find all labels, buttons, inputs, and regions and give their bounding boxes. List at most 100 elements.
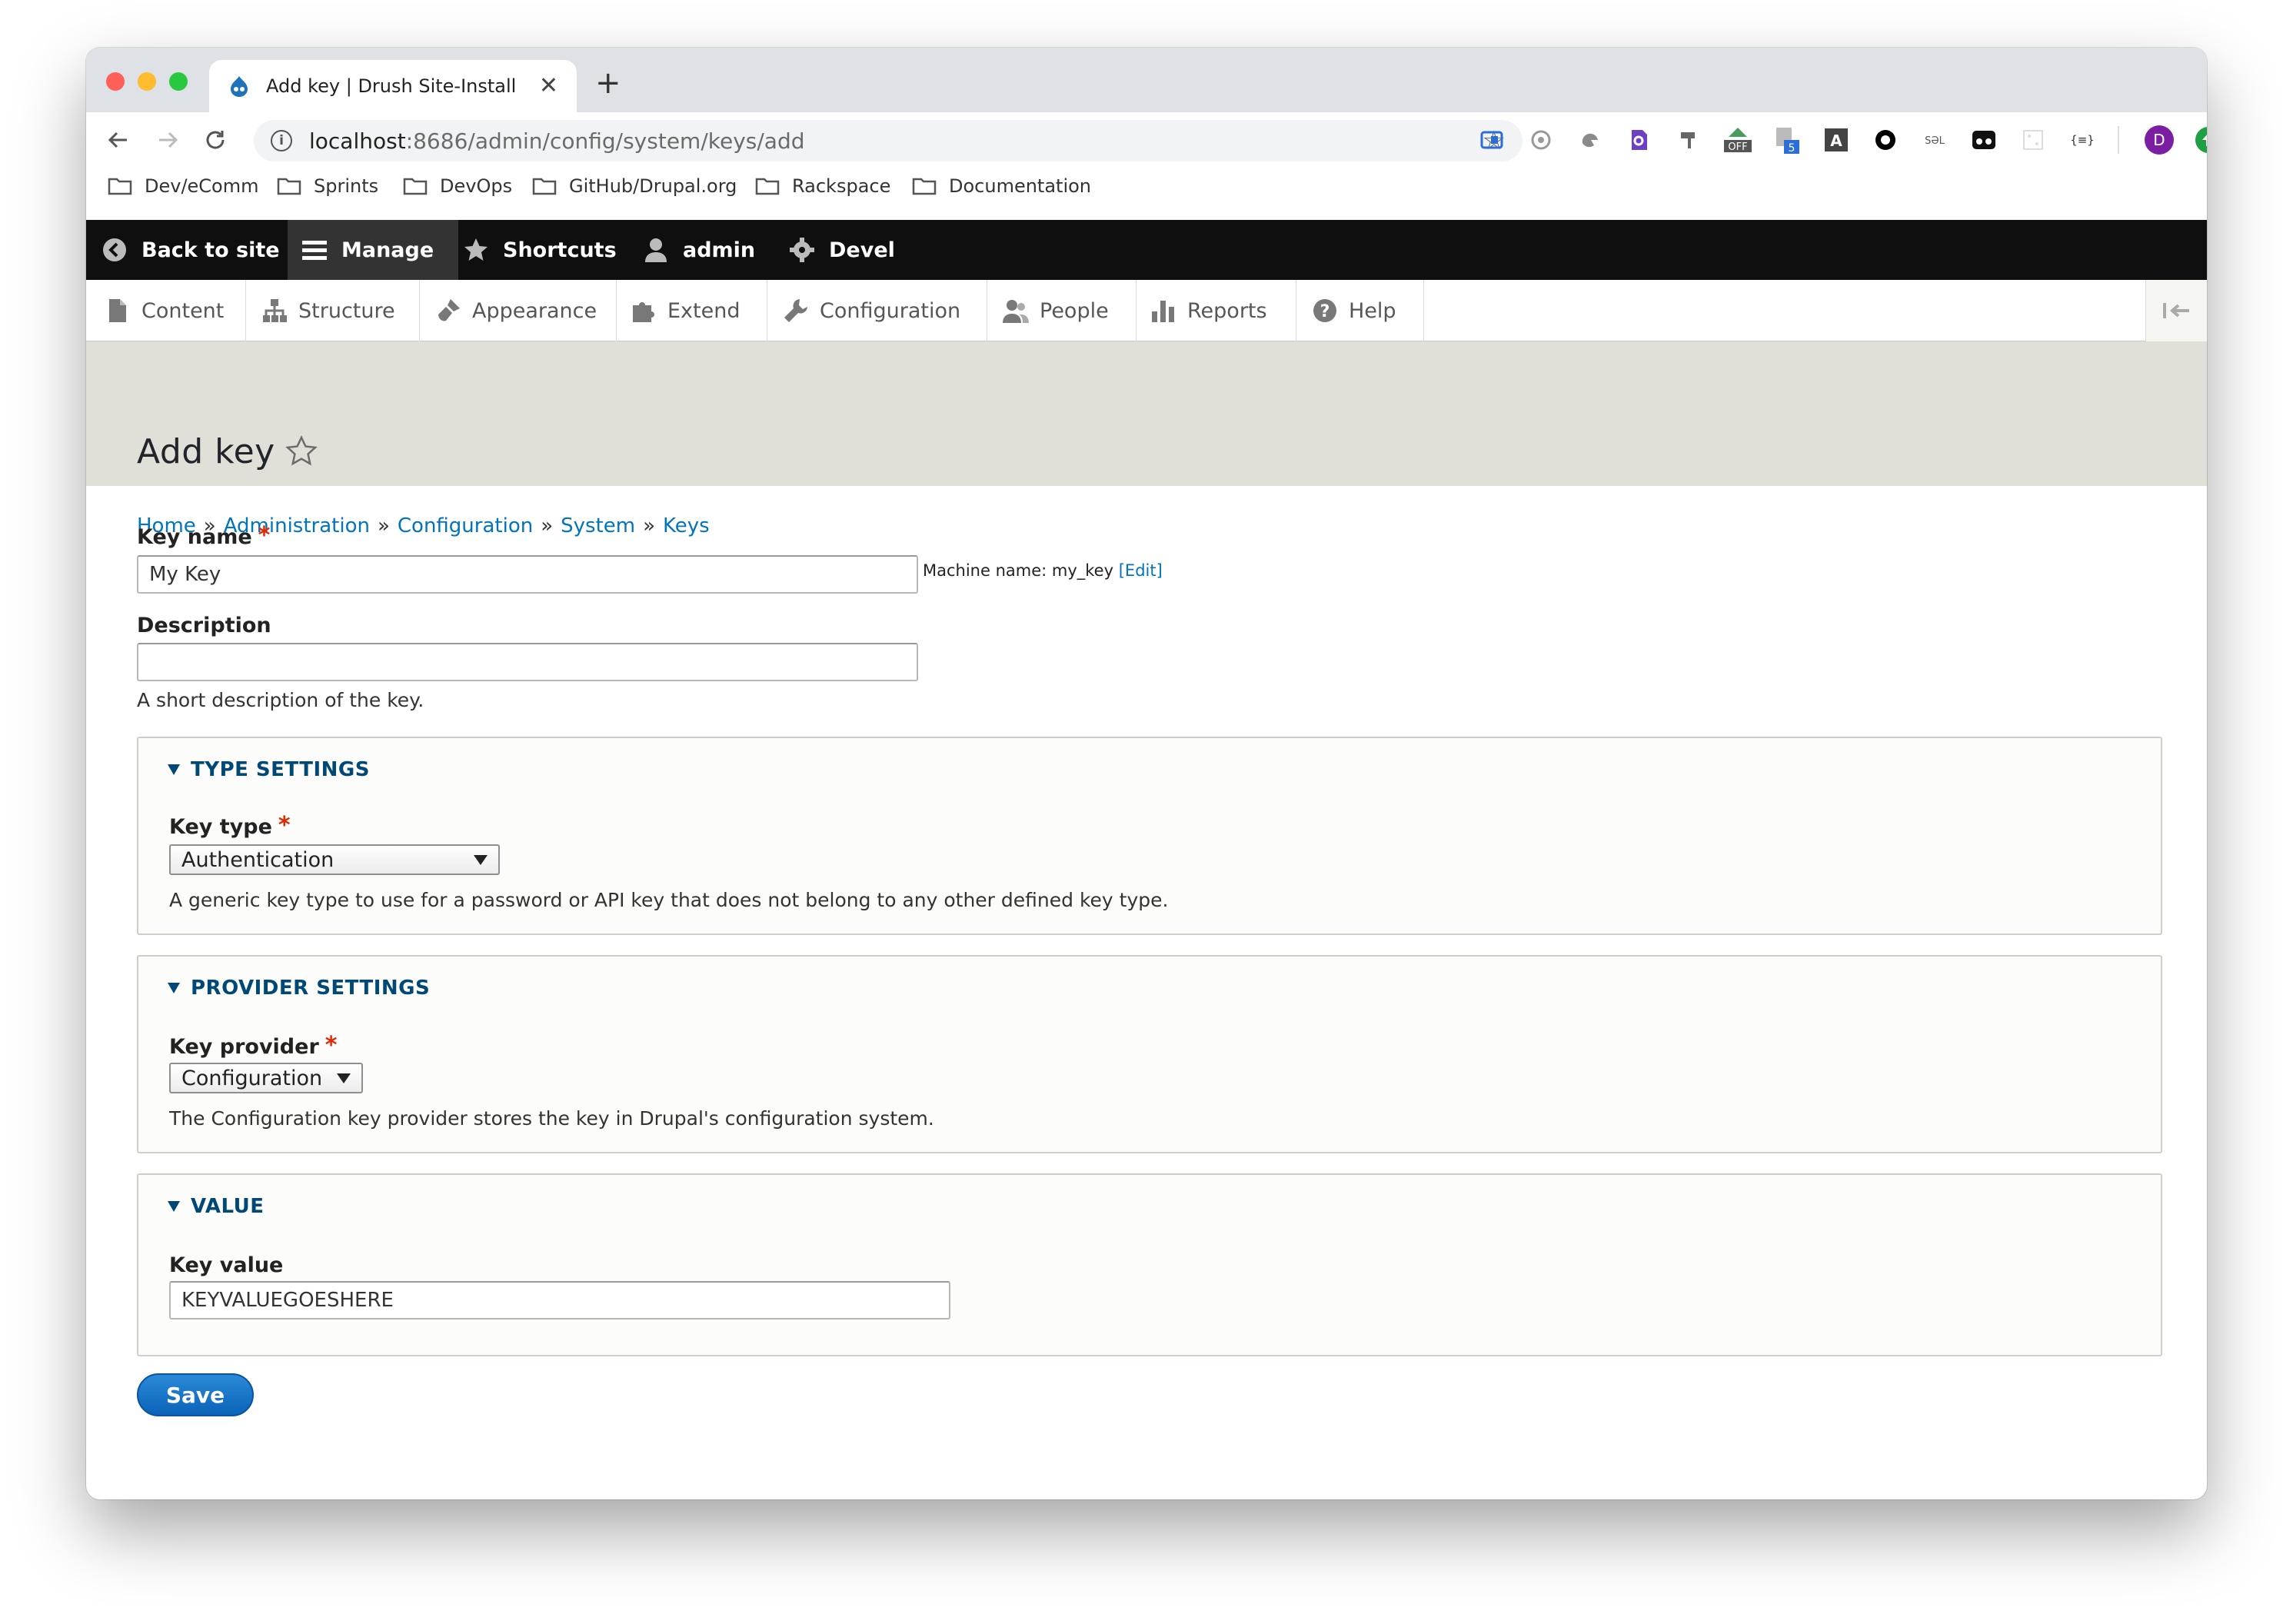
new-tab-button[interactable]: + [595, 68, 621, 98]
glasses-ext[interactable] [1967, 123, 2001, 157]
circle-ext[interactable] [1869, 123, 1902, 157]
json-ext[interactable]: {≡} [2065, 123, 2099, 157]
wrench-icon [784, 299, 807, 322]
type-settings-legend[interactable]: TYPE SETTINGS [168, 758, 370, 781]
breadcrumb-configuration-link[interactable]: Configuration [398, 514, 533, 537]
page-title: Add key [137, 432, 275, 471]
people-icon [1003, 300, 1029, 323]
bookmark-item[interactable]: DevOps [403, 175, 512, 197]
key-value-input[interactable]: KEYVALUEGOESHERE [169, 1281, 950, 1320]
menu-item-reports[interactable]: Reports [1137, 280, 1296, 341]
caret-down-icon [168, 983, 180, 993]
caret-down-icon [168, 764, 180, 775]
value-legend[interactable]: VALUE [168, 1195, 265, 1218]
bookmark-item[interactable]: GitHub/Drupal.org [532, 175, 737, 197]
menu-icon [302, 241, 327, 260]
profile-avatar[interactable]: D [2142, 123, 2176, 157]
browser-window: Add key | Drush Site-Install ✕ + i local… [86, 48, 2207, 1499]
breadcrumb-keys-link[interactable]: Keys [663, 514, 710, 537]
description-label: Description [137, 614, 271, 637]
collapse-icon [2162, 303, 2189, 318]
ext-icon[interactable] [1573, 123, 1607, 157]
folder-icon [912, 178, 937, 195]
key-value-label: Key value [169, 1253, 284, 1277]
menu-item-configuration[interactable]: Configuration [767, 280, 987, 341]
minimize-window-button[interactable] [138, 72, 156, 91]
back-button[interactable] [102, 123, 135, 157]
chevron-down-icon [474, 854, 488, 865]
counter-ext[interactable]: 5 [1770, 123, 1804, 157]
menu-item-help[interactable]: ? Help [1296, 280, 1424, 341]
bookmark-item[interactable]: Dev/eComm [108, 175, 259, 197]
tray-orientation-toggle[interactable] [2145, 280, 2207, 341]
forward-button[interactable] [151, 123, 185, 157]
manage-tab[interactable]: Manage [288, 220, 458, 280]
key-type-label: Key type * [169, 812, 291, 839]
machine-name-edit-link[interactable]: [Edit] [1119, 561, 1163, 580]
address-bar[interactable]: i localhost:8686/admin/config/system/key… [254, 120, 1523, 161]
reload-button[interactable] [198, 123, 232, 157]
folder-icon [755, 178, 780, 195]
info-icon[interactable]: i [271, 130, 292, 151]
menu-item-structure[interactable]: Structure [246, 280, 420, 341]
browser-tab[interactable]: Add key | Drush Site-Install ✕ [209, 60, 577, 112]
key-name-input[interactable]: My Key [137, 555, 918, 594]
a-ext[interactable]: A [1819, 123, 1853, 157]
key-provider-select[interactable]: Configuration [169, 1063, 363, 1093]
caret-down-icon [168, 1201, 180, 1212]
folder-icon [532, 178, 557, 195]
menu-item-people[interactable]: People [987, 280, 1137, 341]
shortcuts-tab[interactable]: Shortcuts [463, 220, 617, 280]
bookmark-item[interactable]: Sprints [277, 175, 378, 197]
dots-ext[interactable] [2016, 123, 2050, 157]
document-icon [109, 299, 126, 322]
provider-settings-fieldset: PROVIDER SETTINGS Key provider * Configur… [137, 955, 2162, 1153]
bar-chart-icon [1152, 301, 1174, 322]
puzzle-icon[interactable] [1524, 123, 1558, 157]
reload-icon [206, 131, 225, 149]
bookmark-item[interactable]: Documentation [912, 175, 1091, 197]
back-to-site-link[interactable]: Back to site [102, 220, 280, 280]
folder-icon [403, 178, 428, 195]
description-help-text: A short description of the key. [137, 689, 424, 711]
key-provider-label: Key provider * [169, 1032, 338, 1059]
menu-item-appearance[interactable]: Appearance [420, 280, 617, 341]
menu-item-extend[interactable]: Extend [617, 280, 767, 341]
browser-toolbar: i localhost:8686/admin/config/system/key… [86, 112, 2207, 168]
key-type-select[interactable]: Authentication [169, 844, 500, 875]
key-name-label: Key name * [137, 522, 271, 549]
tab-title: Add key | Drush Site-Install [266, 75, 517, 97]
star-icon [464, 238, 488, 261]
update-icon[interactable] [2191, 123, 2207, 157]
sql-ext[interactable]: SƏL [1918, 123, 1952, 157]
svg-text:?: ? [1320, 302, 1330, 321]
devel-tab[interactable]: Devel [789, 220, 895, 280]
off-badge-ext[interactable]: OFF [1721, 123, 1755, 157]
close-window-button[interactable] [106, 72, 125, 91]
paint-icon[interactable] [1672, 123, 1706, 157]
puzzle-piece-icon [633, 302, 654, 322]
tab-close-icon[interactable]: ✕ [539, 75, 558, 98]
maximize-window-button[interactable] [169, 72, 188, 91]
breadcrumb-system-link[interactable]: System [561, 514, 635, 537]
svg-text:SƏL: SƏL [1925, 135, 1945, 147]
toolbar-divider [2118, 126, 2119, 154]
tab-strip: Add key | Drush Site-Install ✕ + [86, 48, 2207, 112]
key-provider-help-text: The Configuration key provider stores th… [169, 1107, 934, 1130]
shortcut-star-icon[interactable] [285, 434, 318, 468]
gear-icon [790, 238, 814, 262]
paintbrush-icon [438, 299, 460, 321]
bookmark-item[interactable]: Rackspace [755, 175, 890, 197]
user-tab[interactable]: admin [643, 220, 755, 280]
search-ext-icon[interactable] [1622, 123, 1656, 157]
user-icon [645, 238, 667, 262]
extension-icon[interactable] [1475, 123, 1509, 157]
type-settings-fieldset: TYPE SETTINGS Key type * Authentication A… [137, 737, 2162, 935]
provider-settings-legend[interactable]: PROVIDER SETTINGS [168, 977, 430, 1000]
required-marker: * [278, 812, 291, 839]
save-button[interactable]: Save [137, 1373, 254, 1416]
menu-item-content[interactable]: Content [86, 280, 246, 341]
description-input[interactable] [137, 643, 918, 681]
admin-menu-tray: Content Structure Appearance Extend Conf… [86, 280, 2207, 341]
required-marker: * [324, 1032, 338, 1059]
